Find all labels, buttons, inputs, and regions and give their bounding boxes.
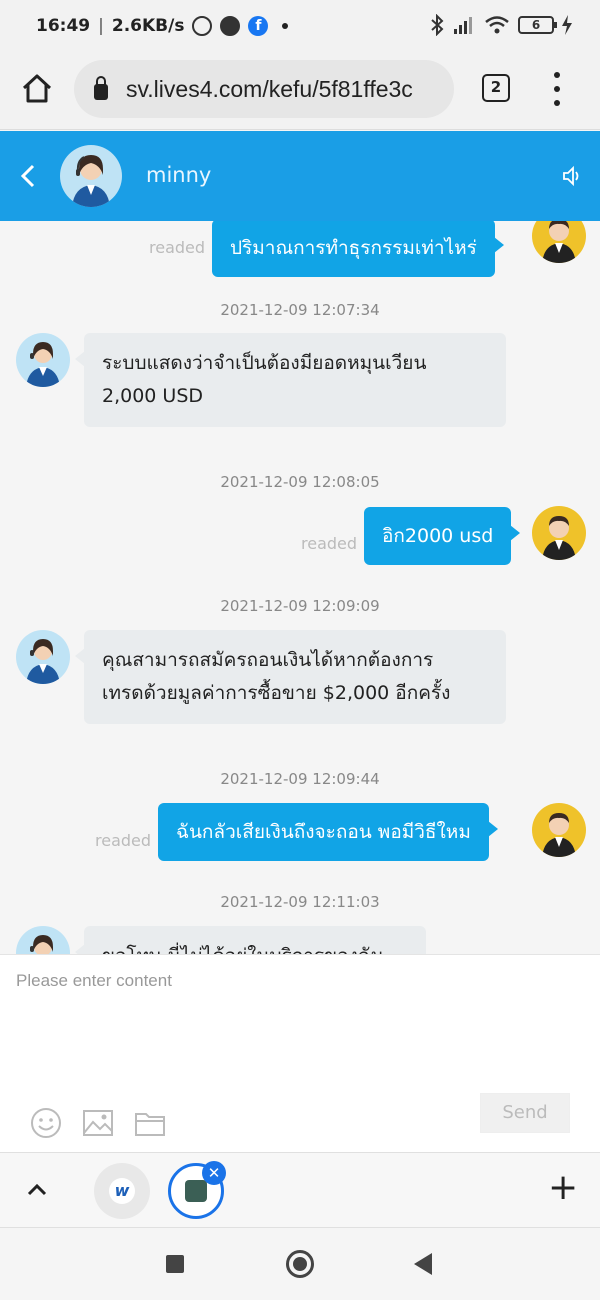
network-speed: 2.6KB/s bbox=[111, 16, 185, 36]
home-nav-icon[interactable] bbox=[286, 1250, 314, 1278]
timestamp: 2021-12-09 12:07:34 bbox=[220, 301, 380, 319]
message-composer: Please enter content Send bbox=[0, 954, 600, 1152]
w-logo-icon: w bbox=[109, 1178, 135, 1204]
chevron-up-icon[interactable] bbox=[26, 1179, 48, 1201]
back-nav-icon[interactable] bbox=[414, 1253, 432, 1275]
tab-switcher-button[interactable]: 2 bbox=[482, 74, 510, 102]
timestamp: 2021-12-09 12:08:05 bbox=[220, 473, 380, 491]
speaker-icon[interactable] bbox=[562, 165, 584, 187]
message-list[interactable]: readed ปริมาณการทำธุรกรรมเท่าไหร่ 2021-1… bbox=[0, 221, 600, 954]
wifi-icon bbox=[485, 16, 509, 34]
charging-icon bbox=[562, 15, 572, 35]
outgoing-message[interactable]: ปริมาณการทำธุรกรรมเท่าไหร่ bbox=[212, 221, 504, 277]
chat-header: minny bbox=[0, 131, 600, 221]
home-icon[interactable] bbox=[20, 72, 54, 106]
user-avatar bbox=[532, 221, 586, 263]
user-avatar bbox=[532, 506, 586, 560]
incoming-message[interactable]: ระบบแสดงว่าจำเป็นต้องมียอดหมุนเวียน 2,00… bbox=[75, 333, 506, 427]
bluetooth-icon bbox=[431, 14, 444, 36]
status-left: 16:49 | 2.6KB/s f bbox=[36, 16, 289, 36]
agent-avatar bbox=[16, 630, 70, 684]
battery-level: 6 bbox=[531, 18, 541, 32]
folder-icon[interactable] bbox=[134, 1107, 166, 1139]
new-tab-button[interactable]: + bbox=[548, 1170, 578, 1206]
close-tab-icon[interactable]: ✕ bbox=[202, 1161, 226, 1185]
browser-tabs-bar: w ✕ + bbox=[0, 1152, 600, 1228]
outgoing-message[interactable]: อิก2000 usd bbox=[364, 507, 521, 565]
back-icon[interactable] bbox=[18, 161, 42, 191]
status-bar: 16:49 | 2.6KB/s f 6 bbox=[0, 0, 600, 56]
agent-avatar bbox=[16, 333, 70, 387]
facebook-icon: f bbox=[248, 16, 269, 36]
more-menu-icon[interactable] bbox=[546, 72, 568, 106]
contact-avatar[interactable] bbox=[60, 145, 122, 207]
emoji-icon[interactable] bbox=[30, 1107, 62, 1139]
message-line: ระบบแสดงว่าจำเป็นต้องมียอดหมุนเวียน bbox=[102, 352, 427, 374]
recents-icon[interactable] bbox=[166, 1255, 184, 1273]
incoming-message[interactable]: คุณสามารถสมัครถอนเงินได้หากต้องการ เทรดด… bbox=[75, 630, 506, 724]
notification-dot-icon bbox=[282, 23, 289, 29]
image-icon[interactable] bbox=[82, 1107, 114, 1139]
app-icon bbox=[185, 1180, 207, 1202]
message-line: คุณสามารถสมัครถอนเงินได้หากต้องการ bbox=[102, 649, 434, 671]
message-line: เทรดด้วยมูลค่าการซื้อขาย $2,000 อีกครั้ง bbox=[102, 682, 451, 704]
user-avatar bbox=[532, 803, 586, 857]
url-text: sv.lives4.com/kefu/5f81ffe3c bbox=[126, 75, 413, 102]
contact-name: minny bbox=[146, 163, 212, 187]
browser-toolbar: sv.lives4.com/kefu/5f81ffe3c 2 bbox=[0, 56, 600, 130]
message-input[interactable]: Please enter content bbox=[16, 971, 172, 991]
system-nav-bar bbox=[0, 1229, 600, 1300]
status-time: 16:49 bbox=[36, 16, 91, 36]
timestamp: 2021-12-09 12:09:09 bbox=[220, 597, 380, 615]
alarm-icon bbox=[192, 16, 213, 36]
read-status: readed bbox=[149, 238, 206, 257]
lock-icon bbox=[94, 76, 108, 100]
signal-icon bbox=[454, 17, 472, 34]
status-right: 6 bbox=[430, 14, 572, 36]
address-bar[interactable]: sv.lives4.com/kefu/5f81ffe3c bbox=[74, 60, 454, 118]
incoming-message[interactable]: ขอโทษ นี่ไม่ได้อยู่ในบริการของฉัน bbox=[75, 926, 426, 954]
battery-icon: 6 bbox=[518, 16, 557, 34]
timestamp: 2021-12-09 12:11:03 bbox=[220, 893, 380, 911]
read-status: readed bbox=[301, 534, 358, 553]
agent-avatar bbox=[16, 926, 70, 954]
outgoing-message[interactable]: ฉันกลัวเสียเงินถึงจะถอน พอมีวิธีใหม bbox=[158, 803, 498, 861]
vpn-icon bbox=[220, 16, 241, 36]
read-status: readed bbox=[95, 831, 152, 850]
status-separator: | bbox=[98, 16, 104, 36]
tab-thumbnail[interactable]: w bbox=[94, 1163, 150, 1219]
message-line: ขอโทษ นี่ไม่ได้อยู่ในบริการของฉัน bbox=[102, 940, 408, 954]
send-button[interactable]: Send bbox=[480, 1093, 570, 1133]
message-line: 2,000 USD bbox=[102, 385, 204, 407]
timestamp: 2021-12-09 12:09:44 bbox=[220, 770, 380, 788]
